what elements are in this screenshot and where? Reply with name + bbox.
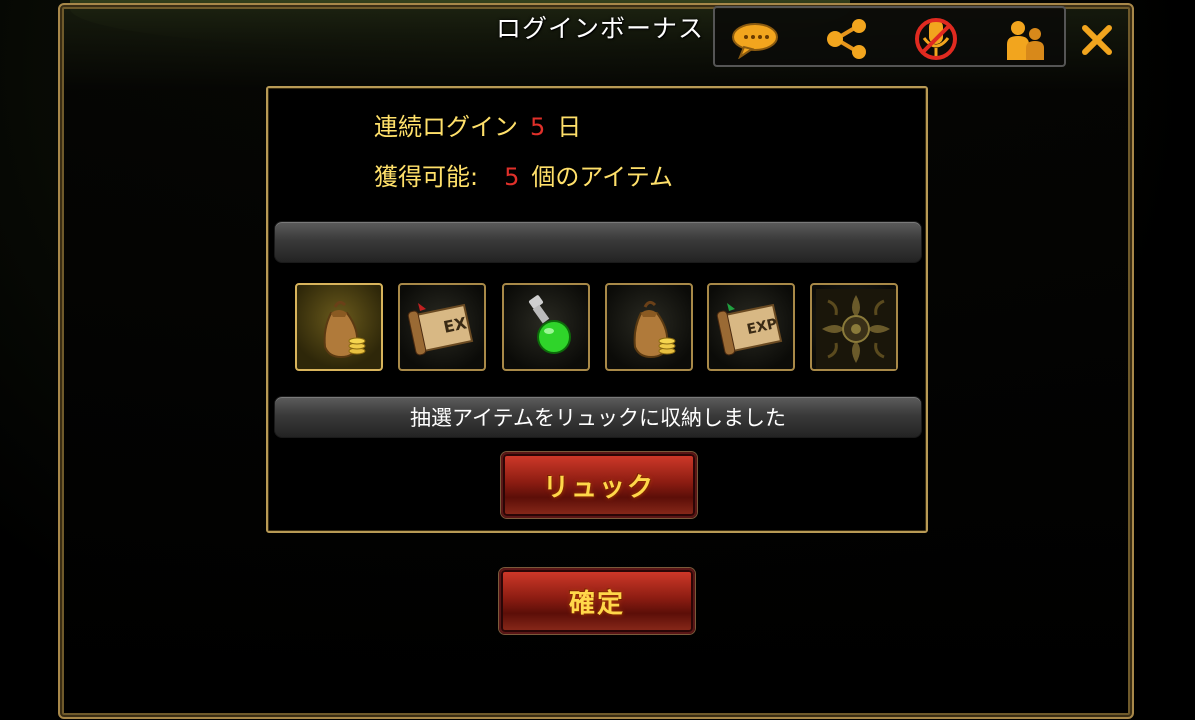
share-icon[interactable] [819,16,875,62]
item-slot-3[interactable] [502,283,590,371]
mute-icon[interactable] [908,16,964,62]
item-slot-6[interactable] [810,283,898,371]
obtainable-label: 獲得可能: [374,163,479,191]
consecutive-days-value: 5 [530,113,546,141]
toolbar [713,6,1066,67]
login-bonus-screen: ログインボーナス 連続ログイン 5 日 獲得可能: 5 個のアイテム EX EX… [0,0,1195,720]
item-slot-5[interactable]: EXP [707,283,795,371]
reward-items: EX EXP [295,283,905,373]
item-slot-1[interactable] [295,283,383,371]
exp-scroll-icon: EXP [716,303,783,356]
chat-icon[interactable] [727,16,783,62]
progress-bar [274,221,922,263]
obtainable-unit: 個のアイテム [531,163,673,191]
consecutive-login-label: 連続ログイン [374,113,518,141]
bonus-panel: 連続ログイン 5 日 獲得可能: 5 個のアイテム EX EXP 抽選アイテムを… [266,86,928,533]
gold-bag-icon [323,300,366,359]
status-message: 抽選アイテムをリュックに収納しました [410,406,786,430]
gold-bag-icon [633,300,676,359]
item-slot-2[interactable]: EX [398,283,486,371]
consecutive-login-line: 連続ログイン 5 日 [374,110,581,144]
message-bar: 抽選アイテムをリュックに収納しました [274,396,922,438]
locked-seal-icon [816,289,896,369]
friends-icon[interactable] [998,16,1054,62]
day-unit: 日 [557,113,582,141]
confirm-button-label: 確定 [568,588,625,619]
close-icon[interactable] [1077,20,1117,60]
obtainable-count-value: 5 [504,163,520,191]
backpack-button-label: リュック [542,472,655,503]
exp-scroll-icon: EX [407,303,474,356]
item-slot-4[interactable] [605,283,693,371]
dialog-title: ログインボーナス [495,14,704,43]
obtainable-line: 獲得可能: 5 個のアイテム [374,160,673,194]
confirm-button[interactable]: 確定 [499,568,695,634]
backpack-button[interactable]: リュック [501,452,697,518]
green-potion-icon [529,295,571,354]
